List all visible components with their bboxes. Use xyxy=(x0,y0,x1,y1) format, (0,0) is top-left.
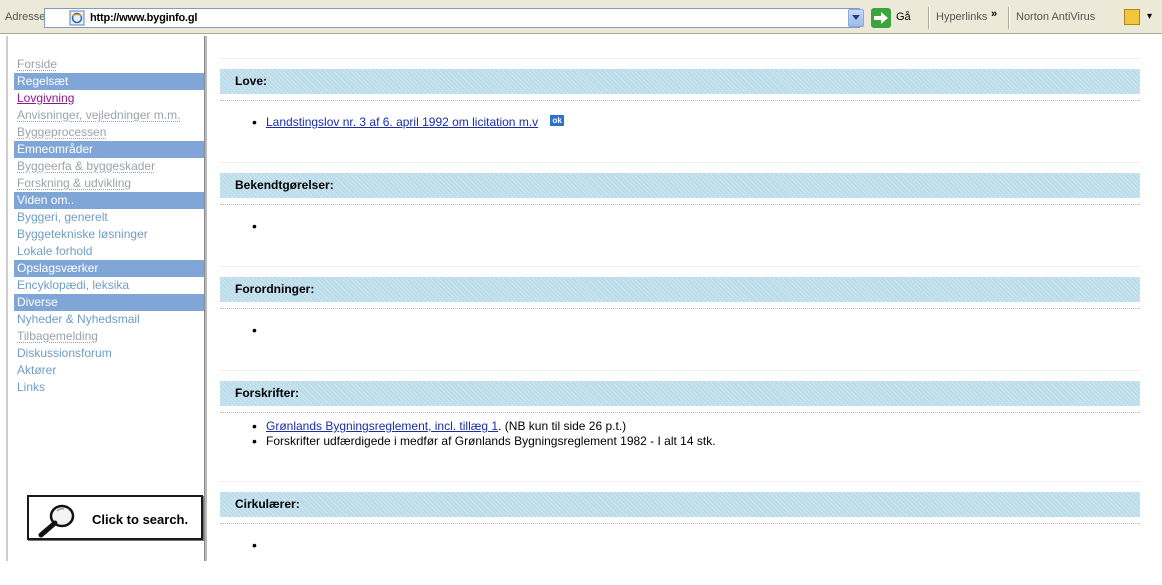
address-url[interactable]: http://www.byginfo.gl xyxy=(90,12,197,24)
sidebar-item-encyklopædi-leksika[interactable]: Encyklopædi, leksika xyxy=(14,277,202,294)
sidebar-nav: Forside Regelsæt Lovgivning Anvisninger, ve… xyxy=(14,56,204,396)
section-forskrifter: Forskrifter: Grønlands Bygningsreglement,… xyxy=(220,370,1140,449)
arrow-right-icon xyxy=(874,12,888,24)
section-heading: Cirkulærer: xyxy=(220,492,1140,517)
document-link[interactable]: Landstingslov nr. 3 af 6. april 1992 om … xyxy=(266,115,538,129)
search-label: Click to search. xyxy=(92,512,189,527)
section-divider xyxy=(220,370,1140,371)
sidebar-heading-viden-om: Viden om.. xyxy=(14,192,204,209)
section-dotted-rule xyxy=(220,308,1140,309)
list-item: Forskrifter udfærdigede i medfør af Grøn… xyxy=(252,434,1140,449)
sidebar-item-lovgivning[interactable]: Lovgivning xyxy=(14,90,202,107)
section-love: Love: Landstingslov nr. 3 af 6. april 199… xyxy=(220,58,1140,130)
sidebar-item-lokale-forhold[interactable]: Lokale forhold xyxy=(14,243,202,260)
address-label: Adresse xyxy=(5,11,46,23)
norton-icon[interactable] xyxy=(1124,9,1140,25)
section-dotted-rule xyxy=(220,204,1140,205)
section-cirkulærer: Cirkulærer: xyxy=(220,481,1140,553)
section-heading: Love: xyxy=(220,69,1140,94)
norton-antivirus-label[interactable]: Norton AntiVirus xyxy=(1016,11,1095,23)
item-text: Forskrifter udfærdigede i medfør af Grøn… xyxy=(266,434,716,448)
section-dotted-rule xyxy=(220,523,1140,524)
sidebar-item-byggeri-generelt[interactable]: Byggeri, generelt xyxy=(14,209,202,226)
sidebar-item-aktører[interactable]: Aktører xyxy=(14,362,202,379)
sidebar-item-links[interactable]: Links xyxy=(14,379,202,396)
section-list: Landstingslov nr. 3 af 6. april 1992 om … xyxy=(220,115,1140,130)
list-item: Grønlands Bygningsreglement, incl. tillæ… xyxy=(252,419,1140,434)
section-heading: Bekendtgørelser: xyxy=(220,173,1140,198)
magnifier-icon xyxy=(38,504,75,538)
section-divider xyxy=(220,162,1140,163)
sidebar-item-forside[interactable]: Forside xyxy=(14,56,202,73)
toolbar-more-icon[interactable]: ▾ xyxy=(1147,11,1152,22)
document-link[interactable]: Grønlands Bygningsreglement, incl. tillæ… xyxy=(266,419,498,433)
sidebar-heading-opslagsværker: Opslagsværker xyxy=(14,260,204,277)
sidebar-item-nyheder-nyhedsmail[interactable]: Nyheder & Nyhedsmail xyxy=(14,311,202,328)
section-list xyxy=(220,538,1140,553)
go-label[interactable]: Gå xyxy=(896,11,911,23)
sidebar-heading-diverse: Diverse xyxy=(14,294,204,311)
sidebar-item-byggetekniske-løsninger[interactable]: Byggetekniske løsninger xyxy=(14,226,202,243)
ie-page-icon xyxy=(69,10,85,26)
section-dotted-rule xyxy=(220,100,1140,101)
links-chevron-icon[interactable]: » xyxy=(991,8,997,20)
item-text: . (NB kun til side 26 p.t.) xyxy=(498,419,627,433)
sidebar-item-byggeerfa-byggeskader[interactable]: Byggeerfa & byggeskader xyxy=(14,158,202,175)
sidebar-item-forskning-udvikling[interactable]: Forskning & udvikling xyxy=(14,175,202,192)
toolbar-separator xyxy=(928,7,930,29)
frame-divider[interactable] xyxy=(204,36,207,561)
sidebar-item-tilbagemelding[interactable]: Tilbagemelding xyxy=(14,328,202,345)
frame-edge xyxy=(6,36,8,561)
section-bekendtgørelser: Bekendtgørelser: xyxy=(220,162,1140,234)
sidebar-heading-emneomra-der: Emneområder xyxy=(14,141,204,158)
section-list: Grønlands Bygningsreglement, incl. tillæ… xyxy=(220,419,1140,449)
section-forordninger: Forordninger: xyxy=(220,266,1140,338)
section-list xyxy=(220,219,1140,234)
ok-badge-icon[interactable]: ok xyxy=(550,115,565,126)
list-item xyxy=(252,538,1140,553)
toolbar-separator xyxy=(1008,7,1010,29)
links-toolbar-label[interactable]: Hyperlinks xyxy=(936,11,987,23)
address-input[interactable]: http://www.byginfo.gl xyxy=(44,8,860,28)
section-heading: Forordninger: xyxy=(220,277,1140,302)
list-item xyxy=(252,323,1140,338)
chevron-down-icon xyxy=(852,15,860,20)
sidebar-item-diskussionsforum[interactable]: Diskussionsforum xyxy=(14,345,202,362)
sidebar-item-byggeprocessen[interactable]: Byggeprocessen xyxy=(14,124,202,141)
main-content: Love: Landstingslov nr. 3 af 6. april 199… xyxy=(220,58,1140,585)
address-bar: Adresse http://www.byginfo.gl Gå Hyperli… xyxy=(0,0,1162,34)
section-heading: Forskrifter: xyxy=(220,381,1140,406)
list-item: Landstingslov nr. 3 af 6. april 1992 om … xyxy=(252,115,1140,130)
sidebar-item-anvisninger-vejledninger-m-m[interactable]: Anvisninger, vejledninger m.m. xyxy=(14,107,202,124)
sidebar-heading-regelsæt: Regelsæt xyxy=(14,73,204,90)
section-divider xyxy=(220,58,1140,59)
section-dotted-rule xyxy=(220,412,1140,413)
section-list xyxy=(220,323,1140,338)
go-button[interactable] xyxy=(871,8,891,28)
address-dropdown-button[interactable] xyxy=(848,9,864,27)
section-divider xyxy=(220,481,1140,482)
list-item xyxy=(252,219,1140,234)
section-divider xyxy=(220,266,1140,267)
search-button[interactable]: Click to search. xyxy=(27,495,203,540)
